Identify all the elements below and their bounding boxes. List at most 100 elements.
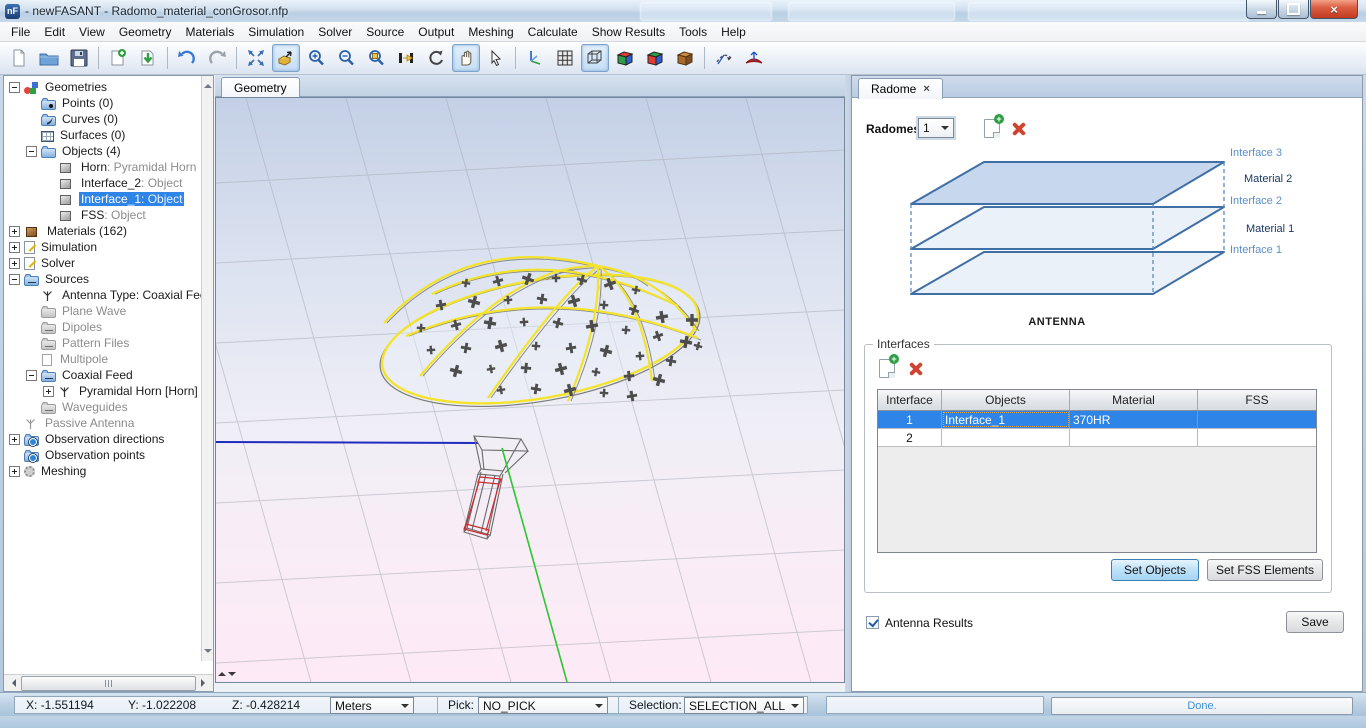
tree-item-pattern-files[interactable]: Pattern Files (4, 335, 201, 351)
units-select[interactable]: Meters (330, 697, 414, 714)
pan-tool-icon[interactable] (452, 44, 480, 72)
menu-geometry[interactable]: Geometry (112, 23, 179, 41)
menu-meshing[interactable]: Meshing (461, 23, 520, 41)
tree-horizontal-scrollbar[interactable] (4, 674, 213, 691)
tree-item-sources[interactable]: Sources (4, 271, 201, 287)
tree-vertical-scrollbar[interactable] (201, 76, 213, 661)
tree-item-waveguides[interactable]: Waveguides (4, 399, 201, 415)
tree-item-surfaces[interactable]: Surfaces (0) (4, 127, 201, 143)
collapse-icon[interactable] (9, 274, 20, 285)
delete-interface-icon[interactable] (909, 362, 923, 376)
zoom-out-icon[interactable] (332, 44, 360, 72)
tree-item-points[interactable]: Points (0) (4, 95, 201, 111)
axes-tool-icon[interactable] (521, 44, 549, 72)
menu-solver[interactable]: Solver (311, 23, 359, 41)
rotate-arc-tool-icon[interactable] (710, 44, 738, 72)
menu-simulation[interactable]: Simulation (241, 23, 311, 41)
materials-view-icon[interactable] (671, 44, 699, 72)
tree-item-coaxial-feed[interactable]: Coaxial Feed (4, 367, 201, 383)
move-step-icon[interactable] (392, 44, 420, 72)
3d-canvas[interactable] (215, 97, 845, 683)
extrude-tool-icon[interactable] (272, 44, 300, 72)
maximize-button[interactable] (1278, 0, 1309, 19)
delete-radome-icon[interactable] (1012, 122, 1026, 136)
col-fss[interactable]: FSS (1198, 390, 1316, 410)
zoom-window-icon[interactable] (362, 44, 390, 72)
menu-view[interactable]: View (72, 23, 112, 41)
scroll-right-icon[interactable] (197, 676, 213, 691)
zoom-fit-icon[interactable] (242, 44, 270, 72)
expand-icon[interactable] (9, 226, 20, 237)
redo-icon[interactable] (203, 44, 231, 72)
tree-item-observation-points[interactable]: Observation points (4, 447, 201, 463)
expand-icon[interactable] (43, 386, 54, 397)
tree-item-fss[interactable]: FSS : Object (4, 207, 201, 223)
col-interface[interactable]: Interface (878, 390, 942, 410)
tree-item-observation-directions[interactable]: Observation directions (4, 431, 201, 447)
scroll-left-icon[interactable] (4, 676, 20, 691)
tree-item-antenna-type[interactable]: Antenna Type: Coaxial Feed (4, 287, 201, 303)
tab-radome[interactable]: Radome × (858, 78, 943, 99)
collapse-icon[interactable] (26, 370, 37, 381)
tree-item-simulation[interactable]: Simulation (4, 239, 201, 255)
tree-item-materials[interactable]: Materials (162) (4, 223, 201, 239)
solid-view-icon[interactable] (611, 44, 639, 72)
grid-view-icon[interactable] (551, 44, 579, 72)
menu-edit[interactable]: Edit (37, 23, 72, 41)
menu-output[interactable]: Output (411, 23, 461, 41)
add-interface-icon[interactable] (879, 359, 895, 378)
menu-tools[interactable]: Tools (672, 23, 714, 41)
menu-show-results[interactable]: Show Results (585, 23, 672, 41)
expand-icon[interactable] (9, 242, 20, 253)
tree-item-meshing[interactable]: Meshing (4, 463, 201, 479)
save-project-icon[interactable] (65, 44, 93, 72)
tree-item-interface-1-selected[interactable]: Interface_1 : Object (4, 191, 201, 207)
save-button[interactable]: Save (1286, 611, 1344, 633)
title-bar[interactable]: nF - newFASANT - Radomo_material_conGros… (0, 0, 1366, 23)
new-document-icon[interactable] (5, 44, 33, 72)
rotate-view-icon[interactable] (422, 44, 450, 72)
minimize-button[interactable] (1246, 0, 1277, 19)
open-project-icon[interactable] (35, 44, 63, 72)
expand-icon[interactable] (9, 434, 20, 445)
tree-item-objects[interactable]: Objects (4) (4, 143, 201, 159)
tree-item-horn[interactable]: Horn : Pyramidal Horn (4, 159, 201, 175)
radomes-select[interactable]: 1 (918, 118, 954, 138)
col-material[interactable]: Material (1070, 390, 1198, 410)
menu-source[interactable]: Source (359, 23, 411, 41)
menu-calculate[interactable]: Calculate (521, 23, 585, 41)
close-tab-icon[interactable]: × (923, 84, 929, 95)
import-file-icon[interactable] (134, 44, 162, 72)
tree-item-solver[interactable]: Solver (4, 255, 201, 271)
menu-file[interactable]: File (4, 23, 37, 41)
expand-icon[interactable] (9, 466, 20, 477)
collapse-icon[interactable] (26, 146, 37, 157)
menu-help[interactable]: Help (714, 23, 753, 41)
tree-item-pyramidal-horn[interactable]: Pyramidal Horn [Horn] (4, 383, 201, 399)
add-item-icon[interactable] (104, 44, 132, 72)
tree-item-curves[interactable]: Curves (0) (4, 111, 201, 127)
tree-item-geometries[interactable]: Geometries (4, 79, 201, 95)
selection-select[interactable]: SELECTION_ALL (684, 697, 804, 714)
menu-materials[interactable]: Materials (179, 23, 242, 41)
scrollbar-thumb[interactable] (21, 676, 196, 691)
tree-item-plane-wave[interactable]: Plane Wave (4, 303, 201, 319)
set-fss-elements-button[interactable]: Set FSS Elements (1207, 559, 1323, 581)
set-objects-button[interactable]: Set Objects (1111, 559, 1199, 581)
tree-item-dipoles[interactable]: Dipoles (4, 319, 201, 335)
add-radome-icon[interactable] (984, 119, 1000, 138)
viewport-scroll-arrows[interactable] (218, 668, 236, 680)
collapse-icon[interactable] (9, 82, 20, 93)
far-field-tool-icon[interactable] (740, 44, 768, 72)
expand-icon[interactable] (9, 258, 20, 269)
table-row[interactable]: 2 (878, 429, 1316, 447)
tree-item-multipole[interactable]: Multipole (4, 351, 201, 367)
tree-item-interface-2[interactable]: Interface_2 : Object (4, 175, 201, 191)
wireframe-view-icon[interactable] (581, 44, 609, 72)
antenna-results-checkbox[interactable] (866, 616, 879, 629)
pick-select[interactable]: NO_PICK (478, 697, 608, 714)
tree-item-passive-antenna[interactable]: Passive Antenna (4, 415, 201, 431)
solid-edges-view-icon[interactable] (641, 44, 669, 72)
select-cursor-icon[interactable] (482, 44, 510, 72)
undo-icon[interactable] (173, 44, 201, 72)
